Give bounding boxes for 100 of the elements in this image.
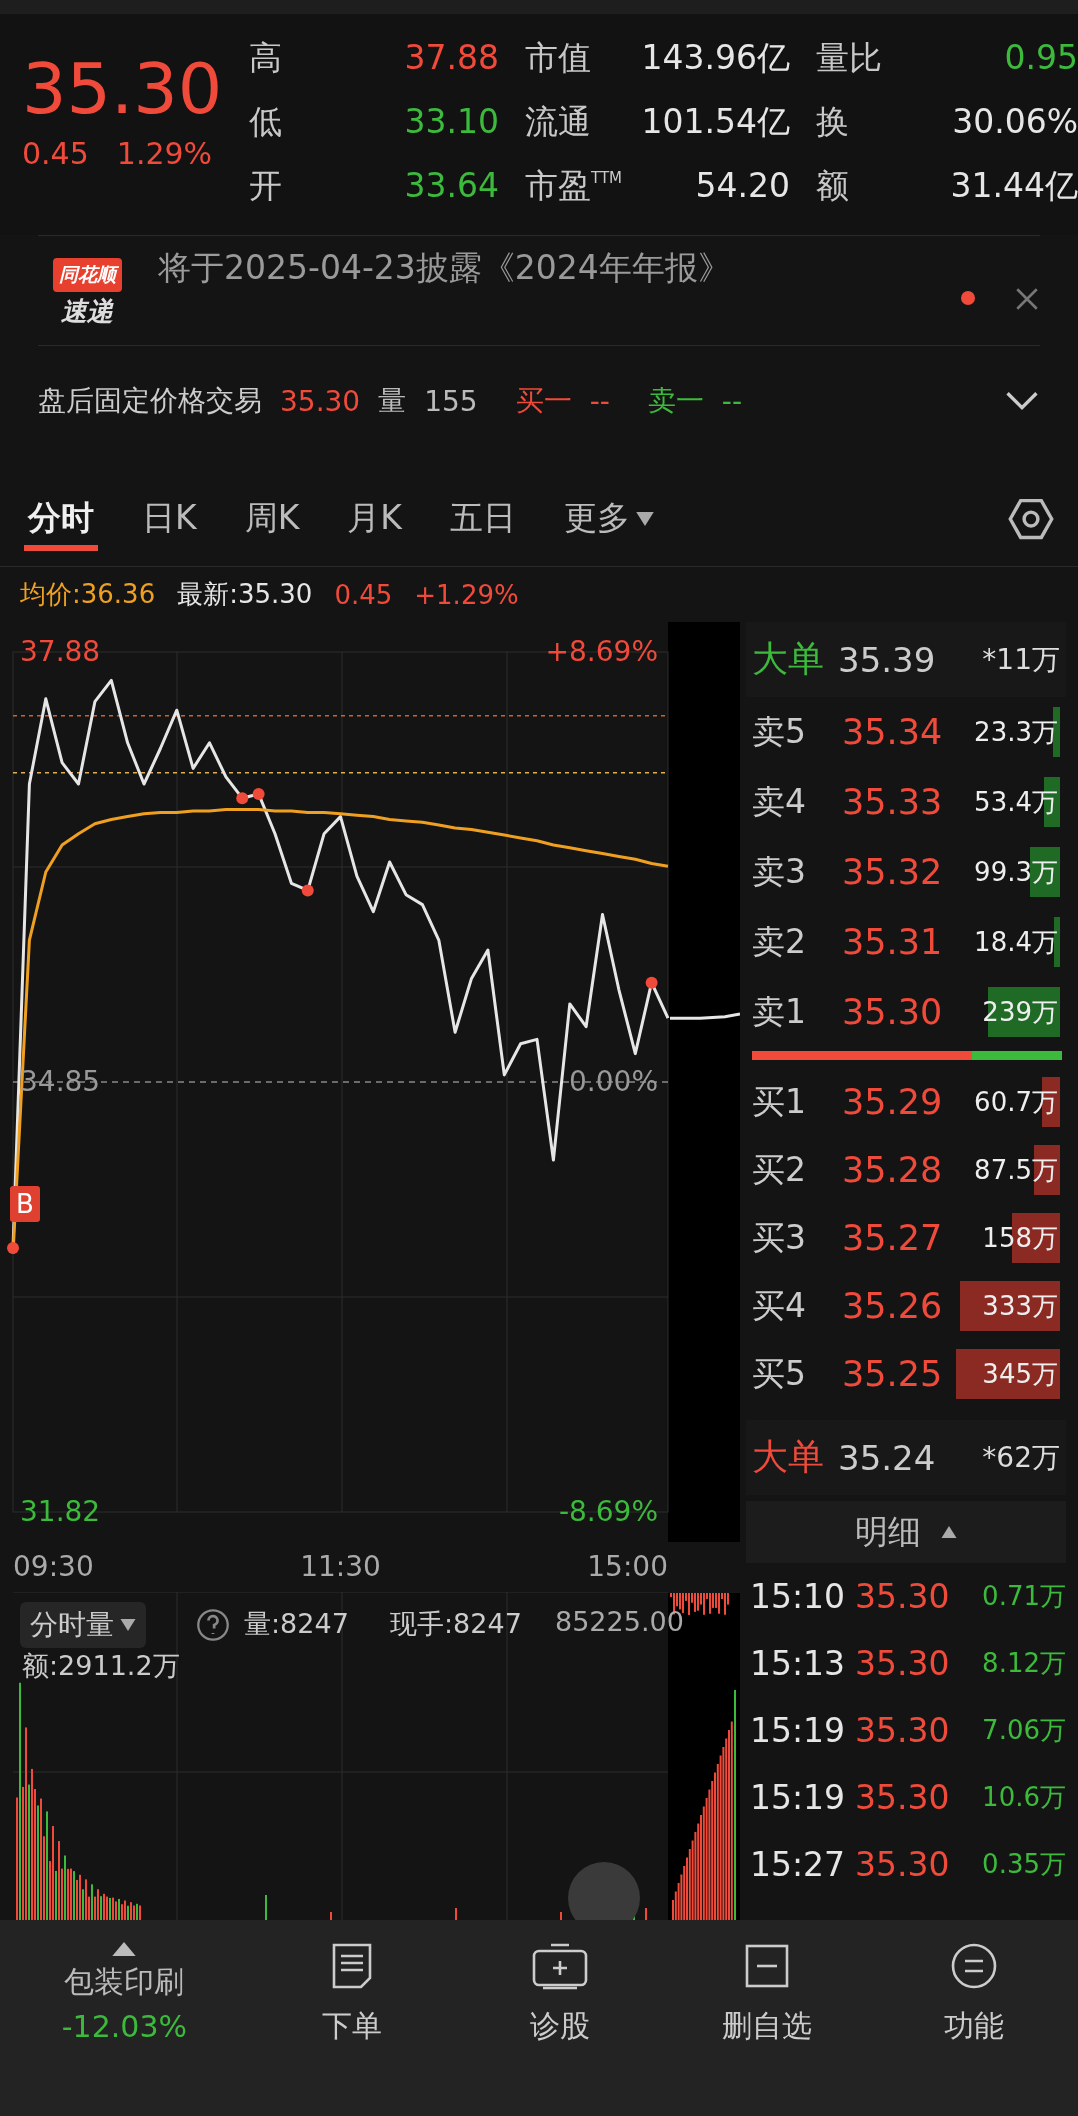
stat-label: 市盈$^{TTM}$ bbox=[525, 165, 622, 207]
bid-level-label: 买3 bbox=[752, 1216, 807, 1259]
amount-reading: 额:2911.2万 bbox=[22, 1649, 180, 1683]
big-order-price: 35.39 bbox=[838, 639, 936, 680]
trade-volume: 10.6万 bbox=[982, 1781, 1066, 1814]
bid-label: 买一 bbox=[515, 383, 572, 419]
y-axis-label: 31.82 bbox=[20, 1495, 101, 1528]
volume-label: 量 bbox=[378, 383, 407, 419]
after-hours-label: 盘后固定价格交易 bbox=[38, 383, 262, 419]
time-label: 15:00 bbox=[587, 1550, 668, 1583]
trade-time: 15:27 bbox=[750, 1845, 846, 1884]
stat-label: 额 bbox=[816, 165, 849, 207]
caret-icon bbox=[112, 1942, 137, 1956]
big-order-label: 大单 bbox=[752, 1435, 824, 1479]
percent-label: 0.00% bbox=[569, 1065, 658, 1098]
stat-label: 流通 bbox=[525, 101, 591, 143]
menu-icon bbox=[950, 1942, 999, 1990]
bid-price: 35.26 bbox=[842, 1286, 943, 1326]
dropdown-icon bbox=[635, 511, 654, 526]
big-order-volume: *11万 bbox=[982, 641, 1060, 678]
chart-tab[interactable]: 周K bbox=[240, 486, 304, 551]
buy-marker: B bbox=[10, 1186, 40, 1223]
ask-label: 卖一 bbox=[647, 383, 704, 419]
time-label: 09:30 bbox=[13, 1550, 94, 1583]
stat-label: 低 bbox=[249, 101, 282, 143]
stat-value: 33.10 bbox=[404, 102, 499, 141]
chart-tab[interactable]: 更多 bbox=[559, 486, 658, 551]
stat-label: 换 bbox=[816, 101, 849, 143]
chart-tab[interactable]: 日K bbox=[138, 486, 201, 551]
ask-price: 35.31 bbox=[842, 922, 943, 962]
stat-label: 市值 bbox=[525, 37, 591, 79]
chart-tab[interactable]: 分时 bbox=[24, 486, 98, 551]
sector-button[interactable]: 包装印刷 -12.03% bbox=[0, 1942, 249, 2072]
dropdown-icon bbox=[120, 1619, 136, 1631]
trade-time: 15:19 bbox=[750, 1778, 846, 1817]
trade-price: 35.30 bbox=[855, 1778, 950, 1817]
price-change-percent: 1.29% bbox=[116, 136, 213, 171]
time-label: 11:30 bbox=[300, 1550, 381, 1583]
trade-volume: 0.71万 bbox=[982, 1580, 1066, 1613]
stat-value: 31.44亿 bbox=[950, 165, 1078, 207]
bid-level-label: 买2 bbox=[752, 1148, 807, 1191]
trade-price: 35.30 bbox=[855, 1845, 950, 1884]
medical-kit-icon bbox=[530, 1942, 589, 1990]
sector-change: -12.03% bbox=[61, 2009, 187, 2044]
after-hours-volume: 155 bbox=[424, 384, 478, 418]
bid-value: -- bbox=[589, 384, 610, 418]
bid-level-label: 买5 bbox=[752, 1352, 807, 1395]
ask-price: 35.32 bbox=[842, 852, 943, 892]
ask-level-label: 卖3 bbox=[752, 850, 807, 893]
stat-value: 37.88 bbox=[404, 38, 499, 77]
bid-price: 35.28 bbox=[842, 1150, 943, 1190]
stat-label: 量比 bbox=[816, 37, 882, 79]
trade-volume: 0.35万 bbox=[982, 1848, 1066, 1881]
average-price: 均价:36.36 bbox=[20, 578, 156, 611]
y-axis-label: 37.88 bbox=[20, 635, 101, 668]
change-value: 0.45 bbox=[334, 579, 393, 610]
help-icon[interactable] bbox=[196, 1608, 230, 1642]
stat-value: 33.64 bbox=[404, 166, 499, 205]
ask-price: 35.33 bbox=[842, 782, 943, 822]
trade-price: 35.30 bbox=[855, 1577, 950, 1616]
ask-price: 35.34 bbox=[842, 712, 943, 752]
nav-button[interactable]: 删自选 bbox=[663, 1942, 871, 2072]
news-logo-badge: 同花顺 速递 bbox=[38, 258, 136, 329]
nav-button[interactable]: 诊股 bbox=[456, 1942, 664, 2072]
detail-header[interactable]: 明细 bbox=[746, 1501, 1066, 1563]
sector-name: 包装印刷 bbox=[64, 1963, 185, 2001]
ask-price: 35.30 bbox=[842, 992, 943, 1032]
trade-time: 15:10 bbox=[750, 1577, 846, 1616]
bid-price: 35.27 bbox=[842, 1218, 943, 1258]
chevron-icon[interactable] bbox=[1004, 391, 1040, 411]
bid-price: 35.29 bbox=[842, 1082, 943, 1122]
percent-label: +8.69% bbox=[545, 635, 658, 668]
max-volume-label: 85225.00 bbox=[555, 1606, 684, 1637]
chart-tab[interactable]: 月K bbox=[343, 486, 406, 551]
price-change: 0.45 bbox=[22, 136, 89, 171]
stat-value: 30.06% bbox=[952, 102, 1078, 141]
big-order-volume: *62万 bbox=[982, 1439, 1060, 1476]
volume-selector[interactable]: 分时量 bbox=[20, 1602, 146, 1648]
after-hours-price: 35.30 bbox=[280, 384, 361, 418]
trade-time: 15:13 bbox=[750, 1644, 846, 1683]
ask-value: -- bbox=[721, 384, 743, 418]
close-icon[interactable] bbox=[1014, 286, 1040, 312]
change-percent: +1.29% bbox=[414, 579, 519, 610]
stat-value: 0.95 bbox=[1004, 38, 1078, 77]
stat-label: 开 bbox=[249, 165, 282, 207]
trade-volume: 7.06万 bbox=[982, 1714, 1066, 1747]
current-hand-reading: 现手:8247 bbox=[390, 1607, 522, 1641]
nav-button[interactable]: 下单 bbox=[248, 1942, 457, 2072]
stat-label: 高 bbox=[249, 37, 282, 79]
ask-level-label: 卖2 bbox=[752, 920, 807, 963]
news-headline[interactable]: 将于2025-04-23披露《2024年年报》 bbox=[158, 246, 731, 291]
stat-value: 101.54亿 bbox=[641, 101, 790, 143]
nav-button[interactable]: 功能 bbox=[870, 1942, 1078, 2072]
trade-time: 15:19 bbox=[750, 1711, 846, 1750]
chart-tab[interactable]: 五日 bbox=[445, 486, 520, 551]
stat-value: 54.20 bbox=[695, 166, 790, 205]
percent-label: -8.69% bbox=[558, 1495, 658, 1528]
bid-level-label: 买1 bbox=[752, 1080, 807, 1123]
latest-price: 最新:35.30 bbox=[177, 578, 313, 611]
volume-reading: 量:8247 bbox=[244, 1607, 349, 1641]
